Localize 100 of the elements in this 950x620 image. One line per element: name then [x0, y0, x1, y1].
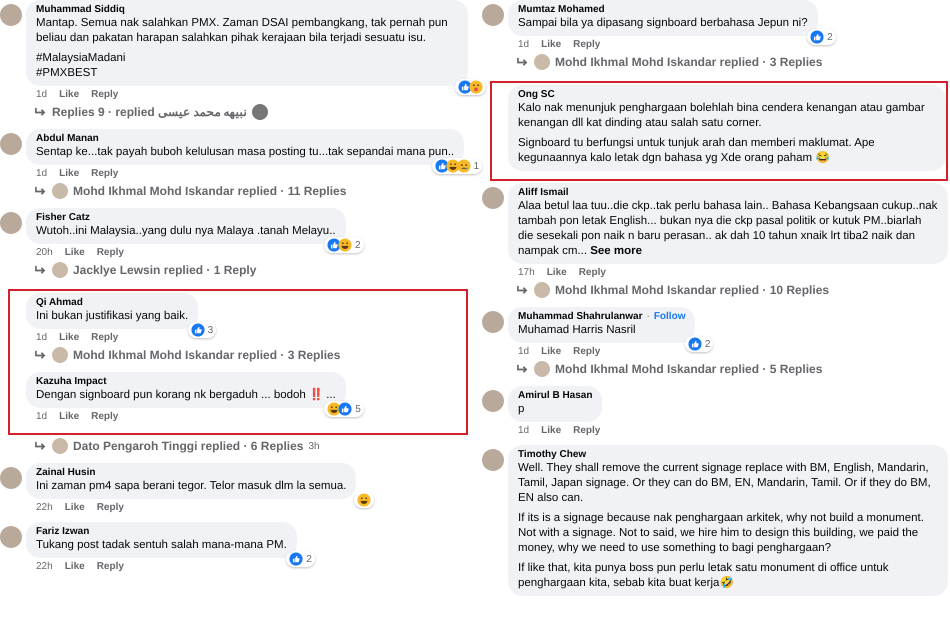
- comment-text: Tukang post tadak sentuh salah mana-mana PM.: [36, 538, 287, 553]
- comment-text: If its is a signage because nak penghargaan arkitek, why not build a monument. Not with a signage. Not to said, we hire him to design this building, we paid the money, why we need to use something to bagi penghargaan?: [518, 511, 925, 556]
- reply-arrow-icon: [516, 284, 529, 296]
- author-name[interactable]: Qi Ahmad: [36, 297, 83, 308]
- like-link[interactable]: Like: [59, 410, 80, 423]
- reply-link[interactable]: Reply: [96, 560, 124, 573]
- view-replies-link[interactable]: Mohd Ikhmal Mohd Iskandar replied · 5 Replies: [555, 362, 822, 376]
- avatar: [534, 282, 550, 298]
- timestamp: 1d: [36, 331, 48, 344]
- sad-reaction-icon: [456, 159, 471, 173]
- like-reaction-icon: [688, 337, 702, 351]
- author-name[interactable]: Muhammad Siddiq: [36, 4, 125, 15]
- avatar[interactable]: [482, 390, 504, 412]
- reaction-count: 2: [355, 240, 361, 250]
- view-replies-link[interactable]: Mohd Ikhmal Mohd Iskandar replied · 3 Replies: [555, 55, 822, 69]
- like-link[interactable]: Like: [541, 38, 562, 51]
- comment-text: Sentap ke...tak payah buboh kelulusan masa posting tu...tak sepandai mana pun..: [36, 145, 454, 160]
- reaction-count: 2: [704, 338, 710, 350]
- author-name[interactable]: Fariz Izwan: [36, 526, 90, 537]
- reply-arrow-icon: [516, 56, 529, 68]
- reaction-summary[interactable]: 2: [286, 551, 315, 567]
- reply-link[interactable]: Reply: [573, 424, 600, 437]
- avatar: [534, 361, 550, 377]
- avatar[interactable]: [0, 212, 22, 234]
- avatar: [252, 104, 268, 120]
- reply-link[interactable]: Reply: [91, 331, 118, 344]
- reply-link[interactable]: Reply: [91, 167, 118, 180]
- reaction-summary[interactable]: 5: [324, 401, 364, 417]
- avatar[interactable]: [482, 449, 504, 471]
- reaction-summary[interactable]: 1: [432, 158, 482, 174]
- comment-text: Signboard tu berfungsi untuk tunjuk arah dan memberi maklumat. Ape kegunaannya kalo letak dgn bahasa yg Xde orang paham 😂: [518, 136, 876, 166]
- author-name[interactable]: Timothy Chew: [518, 449, 586, 460]
- reply-arrow-icon: [34, 350, 47, 360]
- reply-arrow-icon: [34, 106, 47, 118]
- avatar: [52, 262, 68, 278]
- reaction-count: 3: [208, 324, 214, 336]
- author-name[interactable]: Aliff Ismail: [518, 187, 569, 198]
- timestamp: 1d: [36, 167, 48, 180]
- reply-link[interactable]: Reply: [573, 38, 600, 51]
- reply-link[interactable]: Reply: [578, 266, 606, 279]
- view-replies-link[interactable]: Jacklye Lewsin replied · 1 Reply: [73, 263, 256, 277]
- author-name[interactable]: Mumtaz Mohamed: [518, 4, 605, 15]
- comment-text: Ini bukan justifikasi yang baik.: [36, 309, 188, 324]
- reply-link[interactable]: Reply: [573, 345, 600, 358]
- comment-text: Mantap. Semua nak salahkan PMX. Zaman DSAI pembangkang, tak pernah pun beliau dan pakatan harapan salahkan pihak kerajaan bila terjadi sesuatu isu.: [36, 16, 449, 46]
- reaction-summary[interactable]: 2: [324, 237, 364, 253]
- reply-link[interactable]: Reply: [96, 501, 124, 514]
- avatar: [52, 183, 68, 199]
- avatar[interactable]: [482, 187, 504, 209]
- timestamp: 1d: [36, 410, 48, 423]
- reply-link[interactable]: Reply: [91, 88, 118, 101]
- author-name[interactable]: Amirul B Hasan: [518, 390, 592, 401]
- avatar[interactable]: [482, 311, 504, 333]
- comment-text: Well. They shall remove the current signage replace with BM, English, Mandarin, Tamil, Japan signage. Or they can do BM, EN, Mandarin, Tamil. Or if they do BM, EN also can.: [518, 461, 932, 506]
- author-name[interactable]: Kazuha Impact: [36, 376, 107, 387]
- haha-reaction-icon: [338, 238, 352, 252]
- timestamp: 17h: [518, 266, 535, 279]
- reaction-summary[interactable]: 2: [807, 29, 836, 45]
- avatar: [534, 54, 550, 70]
- avatar[interactable]: [0, 133, 22, 155]
- author-name[interactable]: Fisher Catz: [36, 212, 90, 223]
- avatar[interactable]: [0, 526, 22, 548]
- reaction-summary[interactable]: 2: [684, 336, 714, 352]
- view-replies-link[interactable]: Mohd Ikhmal Mohd Iskandar replied · 10 Replies: [555, 283, 830, 297]
- like-link[interactable]: Like: [541, 424, 562, 437]
- author-name[interactable]: Muhammad Shahrulanwar: [518, 311, 642, 322]
- reaction-summary[interactable]: [354, 492, 374, 508]
- timestamp: 1d: [518, 38, 530, 51]
- avatar[interactable]: [0, 4, 22, 26]
- haha-reaction-icon: [357, 493, 372, 507]
- like-link[interactable]: Like: [59, 88, 80, 101]
- timestamp: 1d: [518, 424, 530, 437]
- view-replies-link[interactable]: Dato Pengaroh Tinggi replied · 6 Replies: [73, 439, 304, 453]
- reply-link[interactable]: Reply: [91, 410, 118, 423]
- like-link[interactable]: Like: [541, 345, 562, 358]
- timestamp: 1d: [518, 345, 530, 358]
- author-name[interactable]: Abdul Manan: [36, 133, 99, 144]
- like-link[interactable]: Like: [64, 501, 85, 514]
- avatar: [52, 347, 68, 363]
- comment-text: #MalaysiaMadani #PMXBEST: [36, 51, 126, 81]
- like-link[interactable]: Like: [64, 560, 85, 573]
- like-link[interactable]: Like: [59, 167, 80, 180]
- comment-text: Wutoh..ini Malaysia..yang dulu nya Malaya .tanah Melayu..: [36, 224, 336, 239]
- like-link[interactable]: Like: [64, 246, 85, 259]
- comment-text: Kalo nak menunjuk penghargaan bolehlah bina cendera kenangan atau gambar kenangan dll kat dinding atau salah satu corner.: [518, 101, 926, 131]
- view-replies-link[interactable]: Mohd Ikhmal Mohd Iskandar replied · 11 Replies: [73, 184, 346, 198]
- author-name[interactable]: Ong SC: [518, 89, 555, 100]
- reply-arrow-icon: [516, 364, 529, 374]
- timestamp: 22h: [36, 501, 53, 514]
- avatar[interactable]: [482, 4, 504, 26]
- like-link[interactable]: Like: [59, 331, 80, 344]
- author-name[interactable]: Zainal Husin: [36, 467, 96, 478]
- view-replies-link[interactable]: Replies 9 · replied نبيهه محمد عيسى: [52, 105, 247, 119]
- reply-link[interactable]: Reply: [96, 246, 124, 259]
- avatar[interactable]: [0, 467, 22, 489]
- view-replies-link[interactable]: Mohd Ikhmal Mohd Iskandar replied · 3 Replies: [73, 348, 340, 362]
- reaction-summary[interactable]: 3: [188, 322, 216, 338]
- like-link[interactable]: Like: [546, 266, 567, 279]
- timestamp: 3h: [308, 440, 320, 452]
- follow-link[interactable]: Follow: [654, 311, 686, 322]
